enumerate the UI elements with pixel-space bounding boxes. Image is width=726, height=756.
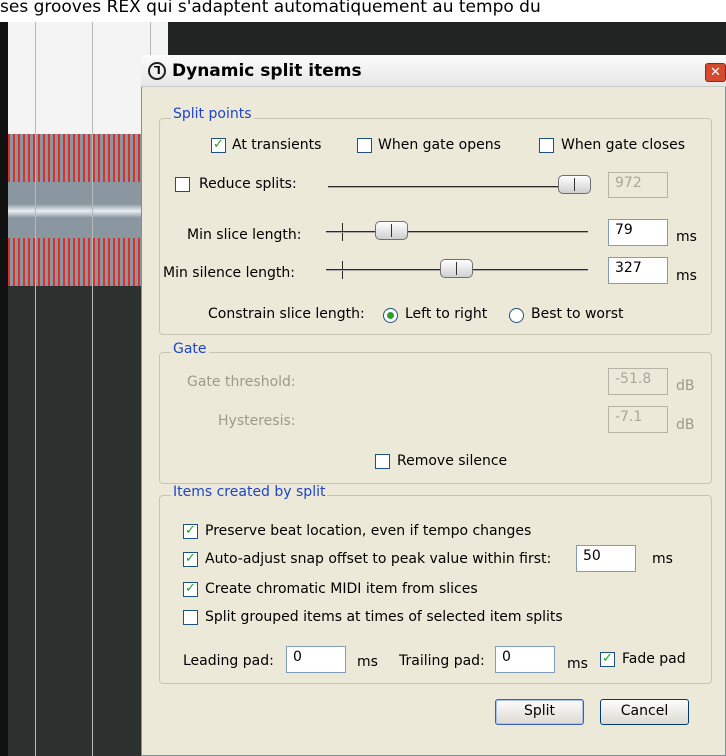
gate-threshold-unit: dB [676,378,695,394]
auto-adjust-checkbox[interactable]: ✓ [183,552,198,567]
trailing-pad-label: Trailing pad: [399,653,485,669]
when-gate-closes-label: When gate closes [561,137,686,153]
grid-line [35,22,36,756]
cancel-button[interactable]: Cancel [600,699,689,725]
split-points-group-label: Split points [171,106,254,122]
gate-group-label: Gate [171,341,209,357]
leading-pad-label: Leading pad: [183,653,274,669]
split-grouped-label: Split grouped items at times of selected… [205,609,563,625]
track-panel-edge [0,22,8,756]
grid-line [92,22,93,756]
dialog-title: Dynamic split items [172,61,362,81]
auto-adjust-label: Auto-adjust snap offset to peak value wi… [205,551,552,567]
best-to-worst-label: Best to worst [531,306,624,322]
remove-silence-checkbox[interactable] [375,454,390,469]
reduce-splits-checkbox[interactable] [175,177,190,192]
fade-pad-label: Fade pad [622,651,686,667]
close-icon[interactable]: ✕ [705,63,726,82]
split-button[interactable]: Split [495,699,584,725]
reaper-logo-icon: ⅂ [148,62,166,80]
left-to-right-label: Left to right [405,306,488,322]
left-to-right-radio[interactable] [383,308,398,323]
auto-adjust-unit: ms [652,551,673,567]
reduce-splits-slider-track[interactable] [328,186,590,188]
best-to-worst-radio[interactable] [509,308,524,323]
leading-pad-field[interactable]: 0 [286,646,346,673]
when-gate-closes-checkbox[interactable] [539,138,554,153]
hysteresis-unit: dB [676,417,695,433]
leading-pad-unit: ms [357,654,378,670]
min-slice-length-field[interactable]: 79 [608,219,668,246]
gate-threshold-field[interactable]: -51.8 [608,368,668,395]
create-midi-checkbox[interactable]: ✓ [183,582,198,597]
gate-threshold-label: Gate threshold: [187,374,296,390]
hysteresis-label: Hysteresis: [218,413,296,429]
background-caption: ses grooves REX qui s'adaptent automatiq… [0,0,726,22]
preserve-beat-checkbox[interactable]: ✓ [183,524,198,539]
min-slice-length-label: Min slice length: [187,227,302,243]
min-silence-length-field[interactable]: 327 [608,257,668,284]
at-transients-label: At transients [232,137,322,153]
remove-silence-label: Remove silence [397,453,508,469]
constrain-label: Constrain slice length: [208,306,365,322]
min-silence-slider-thumb[interactable] [440,259,473,278]
min-slice-unit: ms [676,229,697,245]
fade-pad-checkbox[interactable]: ✓ [600,652,615,667]
when-gate-opens-checkbox[interactable] [357,138,372,153]
reduce-splits-label: Reduce splits: [199,176,297,192]
hysteresis-field[interactable]: -7.1 [608,406,668,433]
reduce-splits-slider-thumb[interactable] [558,175,591,194]
when-gate-opens-label: When gate opens [378,137,501,153]
auto-adjust-field[interactable]: 50 [576,545,636,572]
min-slice-slider-thumb[interactable] [375,221,408,240]
split-grouped-checkbox[interactable] [183,610,198,625]
trailing-pad-unit: ms [567,656,588,672]
items-created-group-label: Items created by split [171,484,328,500]
reduce-splits-field[interactable]: 972 [608,172,668,198]
min-slice-slider-track[interactable] [326,231,588,233]
trailing-pad-field[interactable]: 0 [495,646,555,673]
min-silence-length-label: Min silence length: [163,265,295,281]
create-midi-label: Create chromatic MIDI item from slices [205,581,478,597]
min-silence-unit: ms [676,268,697,284]
preserve-beat-label: Preserve beat location, even if tempo ch… [205,523,532,539]
at-transients-checkbox[interactable]: ✓ [211,138,226,153]
